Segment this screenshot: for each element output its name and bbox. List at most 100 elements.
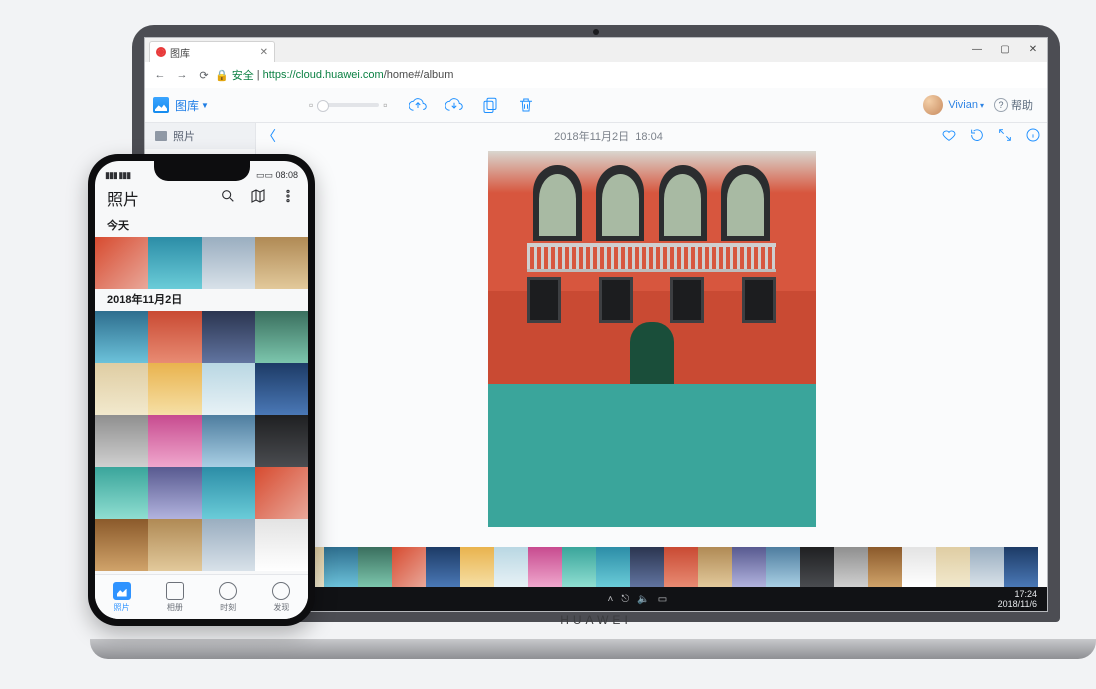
tab-title: 图库 bbox=[170, 45, 190, 60]
laptop-brand: HUAWEI bbox=[560, 613, 632, 627]
thumb[interactable] bbox=[255, 519, 308, 571]
more-icon[interactable] bbox=[280, 188, 296, 209]
nav-discover[interactable]: 发现 bbox=[255, 575, 308, 619]
window-close-button[interactable]: ✕ bbox=[1019, 38, 1047, 62]
thumbnail-size-slider[interactable]: ▫ ▫ bbox=[309, 98, 388, 112]
sidebar-item-photos[interactable]: 照片 bbox=[145, 123, 255, 149]
gallery-title[interactable]: 图库 bbox=[175, 97, 199, 114]
thumb[interactable] bbox=[148, 237, 201, 289]
viewer-date: 2018年11月2日 18:04 bbox=[554, 128, 663, 144]
grid-today bbox=[95, 237, 308, 289]
thumb[interactable] bbox=[202, 237, 255, 289]
grid-date bbox=[95, 311, 308, 571]
search-icon[interactable] bbox=[220, 188, 236, 209]
user-menu[interactable]: Vivian ▾ 帮助 bbox=[923, 95, 1033, 115]
thumbnail-strip[interactable] bbox=[256, 547, 1047, 587]
sidebar-label: 照片 bbox=[173, 128, 195, 144]
taskbar-clock[interactable]: 17:24 2018/11/6 bbox=[998, 589, 1037, 609]
fullscreen-icon[interactable] bbox=[997, 127, 1013, 146]
size-small-icon: ▫ bbox=[309, 98, 313, 112]
thumb[interactable] bbox=[202, 363, 255, 415]
thumb[interactable] bbox=[148, 363, 201, 415]
tray-battery-icon[interactable]: ▭ bbox=[658, 594, 667, 605]
help-link[interactable]: 帮助 bbox=[994, 97, 1033, 113]
user-name: Vivian bbox=[948, 99, 978, 111]
thumb[interactable] bbox=[202, 415, 255, 467]
tray-volume-icon[interactable]: 🔈 bbox=[637, 594, 649, 605]
nav-moments[interactable]: 时刻 bbox=[202, 575, 255, 619]
browser-tab[interactable]: 图库 ✕ bbox=[149, 41, 275, 62]
phone-header: 照片 bbox=[95, 181, 308, 215]
toolbar-actions bbox=[409, 96, 535, 114]
thumb[interactable] bbox=[95, 363, 148, 415]
phone-device: ▮▮▮ ▮▮▮ ▭▭ 08:08 照片 今天 2018年11月2日 照片 相册 bbox=[88, 154, 315, 626]
window-maximize-button[interactable]: ▢ bbox=[991, 38, 1019, 62]
nav-back-icon[interactable]: ← bbox=[149, 69, 171, 81]
size-large-icon: ▫ bbox=[383, 98, 387, 112]
nav-forward-icon[interactable]: → bbox=[171, 69, 193, 81]
tab-close-icon[interactable]: ✕ bbox=[260, 47, 268, 58]
thumb[interactable] bbox=[255, 467, 308, 519]
upload-icon[interactable] bbox=[409, 96, 427, 114]
laptop-base bbox=[90, 639, 1096, 659]
phone-title: 照片 bbox=[107, 186, 139, 210]
rotate-icon[interactable] bbox=[969, 127, 985, 146]
thumb[interactable] bbox=[95, 237, 148, 289]
thumb[interactable] bbox=[95, 311, 148, 363]
nav-albums[interactable]: 相册 bbox=[148, 575, 201, 619]
favorite-icon[interactable] bbox=[941, 127, 957, 146]
avatar-icon bbox=[923, 95, 943, 115]
window-minimize-button[interactable]: — bbox=[963, 38, 991, 62]
system-tray[interactable]: ˄ ⎋ 🔈 ▭ bbox=[607, 594, 667, 605]
discover-nav-icon bbox=[272, 582, 290, 600]
thumb[interactable] bbox=[148, 415, 201, 467]
albums-nav-icon bbox=[166, 582, 184, 600]
moments-nav-icon bbox=[219, 582, 237, 600]
thumb[interactable] bbox=[255, 363, 308, 415]
url-text[interactable]: | https://cloud.huawei.com/home#/album bbox=[257, 69, 454, 81]
tray-chevron-icon[interactable]: ˄ bbox=[607, 594, 613, 605]
download-icon[interactable] bbox=[445, 96, 463, 114]
tray-wifi-icon[interactable]: ⎋ bbox=[621, 594, 629, 605]
section-date: 2018年11月2日 bbox=[95, 289, 308, 311]
viewer-canvas bbox=[256, 149, 1047, 547]
secure-lock-icon: 🔒 bbox=[215, 69, 229, 82]
viewer-toolbar: 〈 2018年11月2日 18:04 bbox=[256, 123, 1047, 149]
thumb[interactable] bbox=[255, 237, 308, 289]
laptop-camera bbox=[593, 29, 599, 35]
photos-nav-icon bbox=[113, 582, 131, 600]
secure-label: 安全 bbox=[232, 67, 254, 83]
thumb[interactable] bbox=[95, 519, 148, 571]
status-time: ▭▭ 08:08 bbox=[256, 170, 298, 181]
copy-icon[interactable] bbox=[481, 96, 499, 114]
gallery-caret-icon[interactable]: ▼ bbox=[201, 101, 209, 110]
photos-pre-icon bbox=[155, 131, 167, 141]
thumb[interactable] bbox=[255, 311, 308, 363]
thumb[interactable] bbox=[202, 519, 255, 571]
delete-icon[interactable] bbox=[517, 96, 535, 114]
main-photo[interactable] bbox=[488, 151, 816, 527]
info-icon[interactable] bbox=[1025, 127, 1041, 146]
phone-navbar: 照片 相册 时刻 发现 bbox=[95, 574, 308, 619]
thumb[interactable] bbox=[202, 467, 255, 519]
thumb[interactable] bbox=[95, 467, 148, 519]
huawei-favicon-icon bbox=[156, 47, 166, 57]
map-icon[interactable] bbox=[250, 188, 266, 209]
thumb[interactable] bbox=[202, 311, 255, 363]
browser-tabstrip: 图库 ✕ — ▢ ✕ bbox=[145, 38, 1047, 63]
user-caret-icon: ▾ bbox=[980, 101, 984, 110]
nav-reload-icon[interactable]: ⟳ bbox=[193, 69, 215, 82]
section-today: 今天 bbox=[95, 215, 308, 237]
thumb[interactable] bbox=[255, 415, 308, 467]
nav-photos[interactable]: 照片 bbox=[95, 575, 148, 619]
thumb[interactable] bbox=[95, 415, 148, 467]
browser-addressbar: ← → ⟳ 🔒 安全 | https://cloud.huawei.com/ho… bbox=[145, 62, 1047, 89]
gallery-icon bbox=[153, 97, 169, 113]
slider-track[interactable] bbox=[317, 103, 379, 107]
thumb[interactable] bbox=[148, 519, 201, 571]
webapp-toolbar: 图库 ▼ ▫ ▫ Vivian ▾ 帮助 bbox=[145, 88, 1047, 123]
thumb[interactable] bbox=[148, 467, 201, 519]
photo-building bbox=[488, 151, 816, 384]
thumb[interactable] bbox=[148, 311, 201, 363]
viewer-back-icon[interactable]: 〈 bbox=[262, 126, 276, 146]
